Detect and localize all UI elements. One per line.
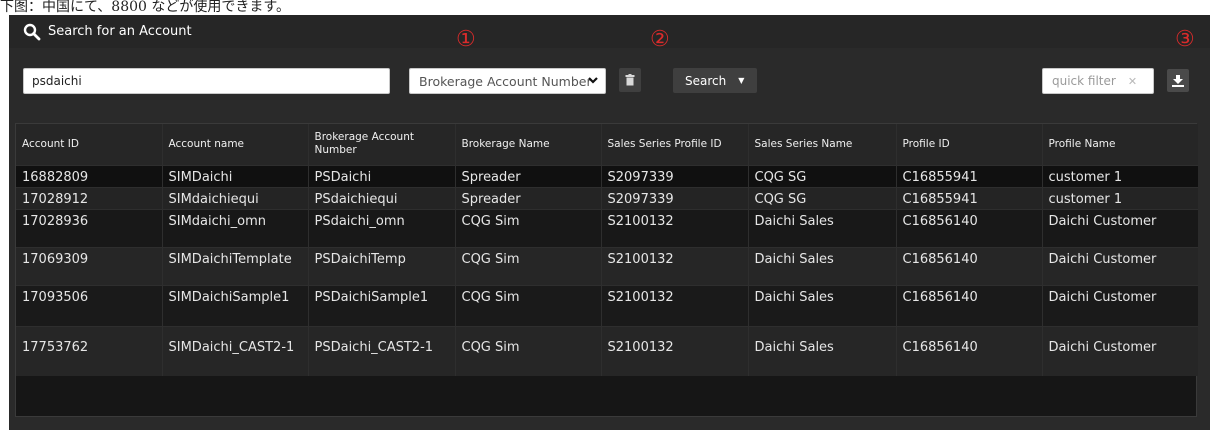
clear-button[interactable] <box>619 68 641 92</box>
table-cell: C16855941 <box>896 164 1043 187</box>
search-field-selected: Brokerage Account Number <box>419 73 592 89</box>
table-cell: SIMDaichi <box>162 164 309 187</box>
table-cell: C16856140 <box>896 284 1043 326</box>
column-header[interactable]: Account ID <box>16 124 163 165</box>
search-input[interactable]: psdaichi <box>23 68 390 94</box>
panel-title: Search for an Account <box>48 24 192 39</box>
column-header[interactable]: Brokerage Name <box>455 124 602 165</box>
table-row[interactable]: 16882809 SIMDaichi PSDaichi Spreader S20… <box>16 164 1198 187</box>
table-cell: Daichi Customer <box>1042 246 1198 285</box>
table-cell: PSDaichi_CAST2-1 <box>308 325 456 376</box>
chevron-down-icon <box>588 77 598 84</box>
column-header[interactable]: Sales Series Name <box>748 124 897 165</box>
column-header[interactable]: Sales Series Profile ID <box>601 124 749 165</box>
results-table: Account ID Account name Brokerage Accoun… <box>15 123 1198 417</box>
table-row[interactable]: 17069309 SIMDaichiTemplate PSDaichiTemp … <box>16 246 1198 285</box>
table-cell: Daichi Sales <box>748 246 897 285</box>
table-cell: CQG Sim <box>455 208 602 247</box>
table-cell: 16882809 <box>16 164 163 187</box>
table-cell: Daichi Sales <box>748 284 897 326</box>
table-cell: S2097339 <box>601 164 749 187</box>
table-cell: PSDaichiSample1 <box>308 284 456 326</box>
table-cell: C16856140 <box>896 246 1043 285</box>
table-cell: PSDaichi <box>308 164 456 187</box>
trash-icon <box>625 74 635 86</box>
table-cell: CQG Sim <box>455 284 602 326</box>
table-cell: 17093506 <box>16 284 163 326</box>
search-button[interactable]: Search ▼ <box>673 68 757 93</box>
caret-down-icon[interactable]: ▼ <box>738 76 744 85</box>
table-cell: 17753762 <box>16 325 163 376</box>
column-header[interactable]: Profile Name <box>1042 124 1198 165</box>
table-cell: PSdaichiequi <box>308 186 456 209</box>
table-cell: Spreader <box>455 164 602 187</box>
close-icon[interactable]: ✕ <box>1128 75 1137 88</box>
table-cell: SIMdaichi_omn <box>162 208 309 247</box>
table-cell: 17028936 <box>16 208 163 247</box>
table-cell: SIMdaichiequi <box>162 186 309 209</box>
quick-filter-placeholder: quick filter <box>1052 74 1116 88</box>
search-button-label: Search <box>685 73 727 88</box>
download-icon <box>1172 74 1184 87</box>
table-cell: CQG SG <box>748 164 897 187</box>
table-cell: S2100132 <box>601 246 749 285</box>
table-cell: S2097339 <box>601 186 749 209</box>
table-cell: SIMDaichiSample1 <box>162 284 309 326</box>
table-cell: customer 1 <box>1042 186 1198 209</box>
table-cell: Daichi Sales <box>748 208 897 247</box>
table-row[interactable]: 17093506 SIMDaichiSample1 PSDaichiSample… <box>16 284 1198 326</box>
table-cell: Daichi Customer <box>1042 284 1198 326</box>
table-cell: 17069309 <box>16 246 163 285</box>
search-field-select[interactable]: Brokerage Account Number <box>409 68 606 94</box>
quick-filter-input[interactable]: quick filter ✕ <box>1042 68 1154 94</box>
table-row[interactable]: 17028912 SIMdaichiequi PSdaichiequi Spre… <box>16 186 1198 209</box>
table-cell: CQG Sim <box>455 325 602 376</box>
table-header-row: Account ID Account name Brokerage Accoun… <box>16 124 1198 165</box>
annotation-marker-1: ① <box>456 27 476 52</box>
table-cell: Daichi Customer <box>1042 325 1198 376</box>
account-search-panel: Search for an Account ① ② ③ psdaichi Bro… <box>9 15 1210 430</box>
table-row[interactable]: 17028936 SIMdaichi_omn PSdaichi_omn CQG … <box>16 208 1198 247</box>
table-cell: Daichi Customer <box>1042 208 1198 247</box>
table-cell: S2100132 <box>601 208 749 247</box>
table-cell: CQG SG <box>748 186 897 209</box>
column-header[interactable]: Brokerage Account Number <box>308 124 456 165</box>
download-button[interactable] <box>1167 69 1189 92</box>
panel-header: Search for an Account <box>9 15 1210 48</box>
table-cell: SIMDaichiTemplate <box>162 246 309 285</box>
table-cell: C16855941 <box>896 186 1043 209</box>
table-cell: C16856140 <box>896 208 1043 247</box>
table-row[interactable]: 17753762 SIMDaichi_CAST2-1 PSDaichi_CAST… <box>16 325 1198 376</box>
column-header[interactable]: Account name <box>162 124 309 165</box>
table-cell: PSDaichiTemp <box>308 246 456 285</box>
table-cell: S2100132 <box>601 325 749 376</box>
table-cell: Daichi Sales <box>748 325 897 376</box>
table-cell: SIMDaichi_CAST2-1 <box>162 325 309 376</box>
column-header[interactable]: Profile ID <box>896 124 1043 165</box>
annotation-marker-2: ② <box>650 27 670 52</box>
table-cell: customer 1 <box>1042 164 1198 187</box>
search-icon <box>23 23 41 40</box>
table-cell: S2100132 <box>601 284 749 326</box>
table-cell: Spreader <box>455 186 602 209</box>
search-input-value: psdaichi <box>32 74 82 88</box>
table-cell: CQG Sim <box>455 246 602 285</box>
table-cell: 17028912 <box>16 186 163 209</box>
table-cell: C16856140 <box>896 325 1043 376</box>
annotation-marker-3: ③ <box>1175 27 1195 52</box>
table-cell: PSdaichi_omn <box>308 208 456 247</box>
